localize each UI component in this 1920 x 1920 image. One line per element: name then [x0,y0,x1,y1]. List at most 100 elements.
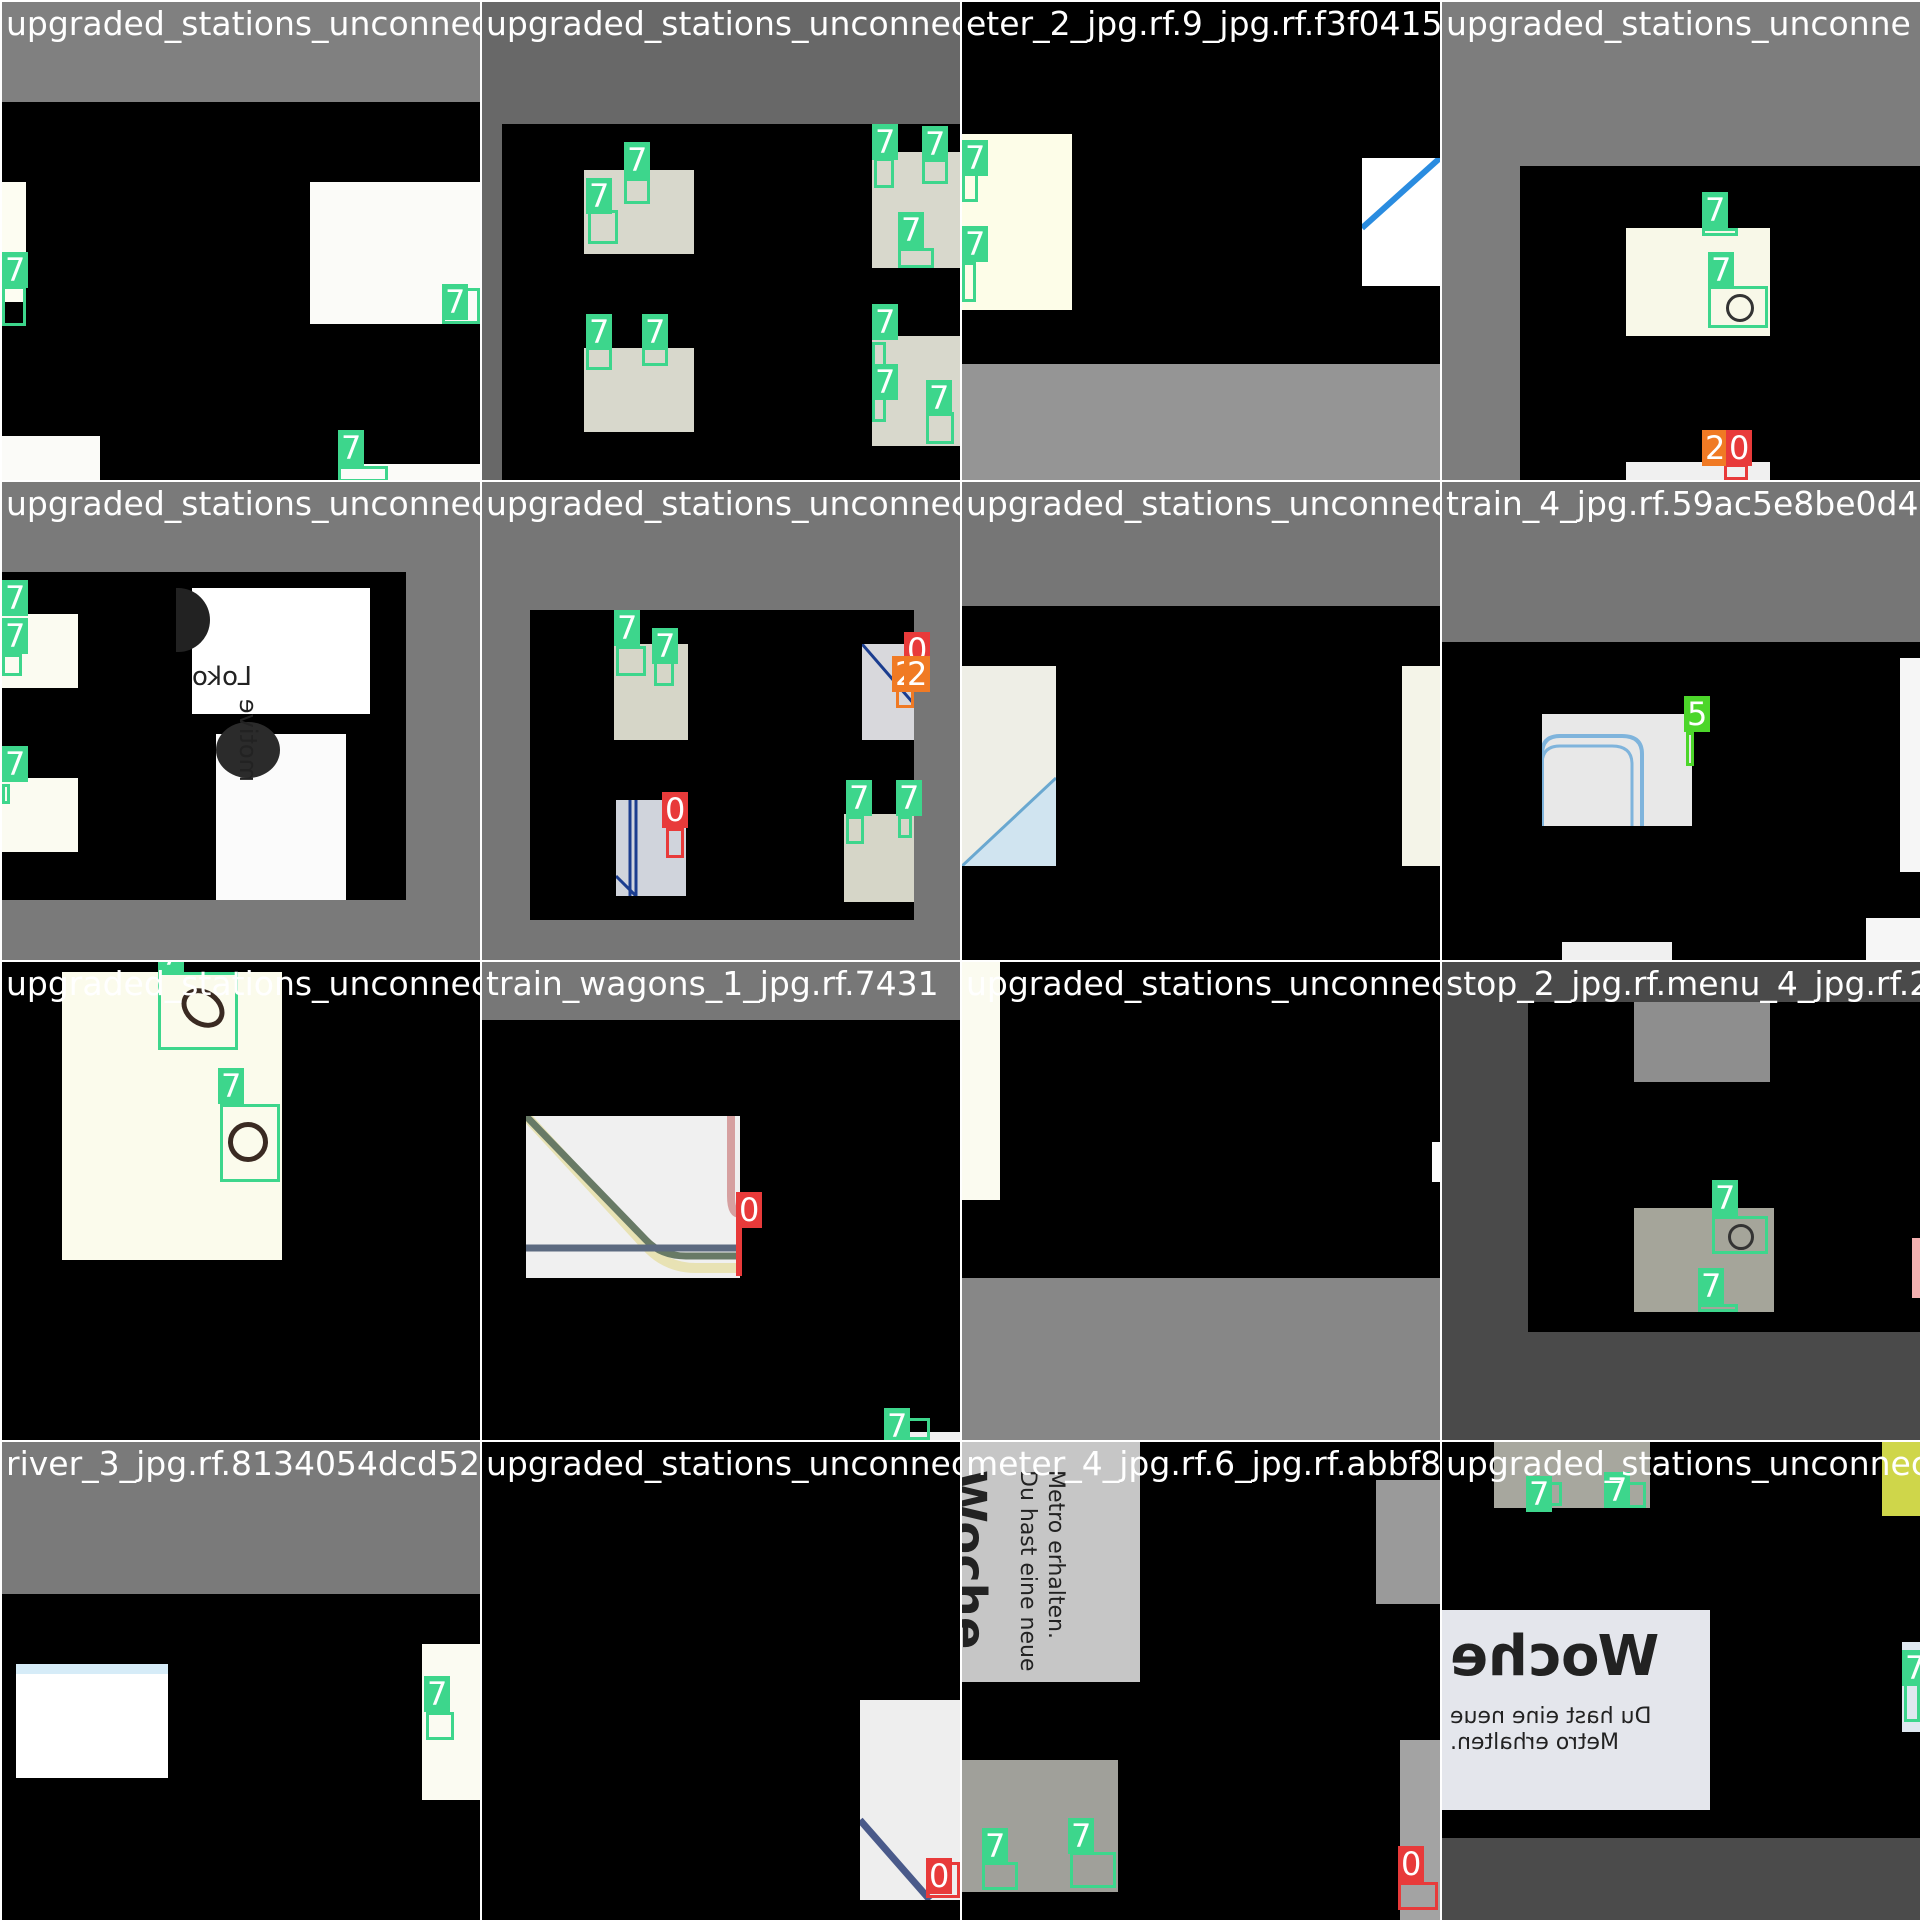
tile-13: river_3_jpg.rf.8134054dcd52 7 [2,1442,480,1920]
class-label: 7 [652,628,679,664]
training-mosaic: upgraded_stations_unconnected_jpg.rf.7 7… [0,0,1920,1920]
detection-box [982,1862,1018,1890]
metro-mirrored-text: Metro erhalten. [1450,1730,1619,1755]
class-label: 5 [1684,696,1711,732]
tile-filename: upgraded_stations_unconnected_2_jpg.rf.5 [1446,1444,1920,1483]
class-label: 7 [2,252,29,288]
tile-filename: train_wagons_1_jpg.rf.7431 [486,964,939,1003]
class-label: 7 [2,746,29,782]
class-label: 2 [1702,430,1729,466]
detection-box [588,210,618,244]
class-label: 7 [1698,1268,1725,1304]
tile-3: eter_2_jpg.rf.9_jpg.rf.f3f0415 7 7 [962,2,1440,480]
loko-text: Loko [192,662,252,692]
class-label: 0 [662,792,689,828]
class-label: 7 [442,284,469,320]
class-label: 7 [872,124,899,160]
detection-box [1904,1682,1920,1722]
tile-filename: stop_2_jpg.rf.menu_4_jpg.rf.25 [1446,964,1920,1003]
detection-box [962,262,976,302]
class-label: 7 [614,610,641,646]
class-label: 7 [1902,1650,1920,1686]
tile-16: Woche Du hast eine neue Metro erhalten. … [1442,1442,1920,1920]
tile-1: upgraded_stations_unconnected_jpg.rf.7 7… [2,2,480,480]
class-label: 7 [872,304,899,340]
detection-box [1702,228,1738,236]
tile-filename: meter_4_jpg.rf.6_jpg.rf.abbf8b2 [966,1444,1440,1483]
tile-9: upgraded_stations_unconnected_1_jpg.rf.7… [2,962,480,1440]
map-line-segment [962,776,1056,866]
detection-box [666,828,684,858]
class-label: 7 [1708,252,1735,288]
class-label: 2 [904,656,931,692]
tile-filename: eter_2_jpg.rf.9_jpg.rf.f3f0415 [966,4,1440,43]
map-line-segment [1542,734,1644,826]
class-label: 7 [218,1068,245,1104]
tile-filename: upgraded_stations_unconne [1446,4,1911,43]
tile-filename: upgraded_stations_unconnected_2_jpg.rf.1 [486,484,960,523]
class-label: 7 [586,178,613,214]
woche-vertical-text: Woche [962,1470,996,1650]
map-line-segment [1362,158,1440,231]
class-label: 7 [424,1676,451,1712]
class-label: 7 [338,430,365,466]
tile-10: train_wagons_1_jpg.rf.7431 0 7 [482,962,960,1440]
map-line-segment [526,1116,740,1273]
tile-6: upgraded_stations_unconnected_2_jpg.rf.1… [482,482,960,960]
tile-filename: river_3_jpg.rf.8134054dcd52 [6,1444,480,1483]
tile-12: stop_2_jpg.rf.menu_4_jpg.rf.25 7 7 [1442,962,1920,1440]
tile-filename: upgraded_stations_unconnected_2_jpg.rf.a [6,484,480,523]
detection-box [2,286,26,326]
station-circle-icon [1726,294,1754,322]
class-label: 0 [926,1858,953,1894]
detection-box [2,654,22,676]
class-label: 7 [846,780,873,816]
class-label: 7 [922,126,949,162]
tile-7: upgraded_stations_unconnected_jpg.rf.5 [962,482,1440,960]
class-label: 7 [896,780,923,816]
tile-11: upgraded_stations_unconnected [962,962,1440,1440]
class-label: 7 [624,142,651,178]
class-label: 7 [1702,192,1729,228]
class-label: 0 [1726,430,1753,466]
tile-filename: upgraded_stations_unconnected_1_jpg.rf.7… [6,964,480,1003]
tile-4: upgraded_stations_unconne 7 7 2 0 [1442,2,1920,480]
tile-filename: upgraded_stations_unconnected_4_jpg.rf.7 [486,4,960,43]
detection-box [624,178,650,204]
class-label: 0 [736,1192,763,1228]
class-label: 7 [926,380,953,416]
class-label: 7 [982,1828,1009,1864]
tile-filename: upgraded_stations_unconnected_jpg.rf.7 [6,4,480,43]
station-circle-icon [228,1122,268,1162]
tile-2: upgraded_stations_unconnected_4_jpg.rf.7… [482,2,960,480]
detection-box [874,158,894,188]
detection-box [846,816,864,844]
detection-box [1070,1852,1116,1888]
detection-box [898,816,912,838]
tile-filename: upgraded_stations_unconnected_jpg.rf.509 [486,1444,960,1483]
station-circle-icon [1728,1224,1754,1250]
class-label: 7 [884,1408,911,1440]
detection-box [338,466,388,480]
tile-filename: train_4_jpg.rf.59ac5e8be0d4 [1446,484,1919,523]
detection-box [616,646,646,676]
class-label: 7 [962,226,989,262]
detection-box [898,248,934,268]
class-label: 7 [872,364,899,400]
detection-box [426,1712,454,1740]
tile-8: train_4_jpg.rf.59ac5e8be0d4 5 [1442,482,1920,960]
tile-14: upgraded_stations_unconnected_jpg.rf.509… [482,1442,960,1920]
tile-filename: upgraded_stations_unconnected_jpg.rf.5 [966,484,1440,523]
class-label: 7 [586,314,613,350]
detection-box [1398,1882,1438,1910]
class-label: 7 [962,140,989,176]
class-label: 7 [1068,1818,1095,1854]
tile-15: Woche Du hast eine neue Metro erhalten. … [962,1442,1440,1920]
detection-box [1686,732,1694,766]
metro-vertical-text: Metro erhalten. [1043,1470,1068,1639]
class-label: 7 [2,618,29,654]
class-label: 7 [2,580,29,616]
motive-text: motive [234,698,262,782]
class-label: 7 [898,212,925,248]
tile-filename: upgraded_stations_unconnected [966,964,1440,1003]
